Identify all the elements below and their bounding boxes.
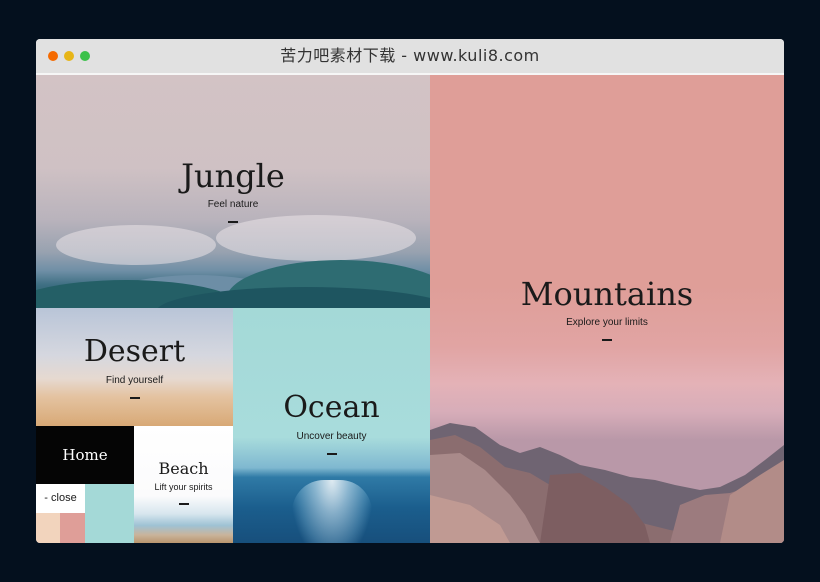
- desert-dash: [129, 397, 140, 399]
- beach-title: Beach: [158, 459, 209, 478]
- ocean-panel[interactable]: Ocean Uncover beauty: [233, 308, 430, 543]
- browser-window: 苦力吧素材下载 - www.kuli8.com Jungle Feel natu…: [36, 39, 784, 543]
- mountains-subtitle: Explore your limits: [566, 317, 648, 328]
- desert-title: Desert: [83, 334, 186, 369]
- desert-subtitle: Find yourself: [105, 375, 164, 386]
- page-content: Jungle Feel nature Mountains Explore you…: [36, 75, 784, 543]
- jungle-panel[interactable]: Jungle Feel nature: [36, 75, 430, 308]
- mountains-panel[interactable]: Mountains Explore your limits: [430, 75, 784, 543]
- mountains-swatch[interactable]: [60, 513, 85, 543]
- ocean-title: Ocean: [283, 390, 380, 425]
- mountains-dash: [602, 339, 612, 341]
- cloud-image: [56, 225, 216, 265]
- ocean-dash: [326, 453, 337, 455]
- close-button[interactable]: - close: [36, 484, 85, 513]
- jungle-title: Jungle: [181, 157, 285, 195]
- home-label: Home: [62, 446, 108, 464]
- home-button[interactable]: Home: [36, 426, 134, 484]
- close-label: - close: [44, 492, 77, 504]
- ocean-swatch[interactable]: [85, 484, 134, 513]
- ocean-swatch[interactable]: [85, 513, 134, 543]
- beach-subtitle: Lift your spirits: [154, 482, 213, 492]
- jungle-dash: [228, 221, 238, 223]
- cloud-image: [216, 215, 416, 261]
- jungle-subtitle: Feel nature: [207, 199, 259, 210]
- window-titlebar: 苦力吧素材下载 - www.kuli8.com: [36, 39, 784, 73]
- wake-image: [291, 480, 372, 543]
- beach-dash: [178, 503, 189, 505]
- desert-panel[interactable]: Desert Find yourself: [36, 308, 233, 426]
- desert-swatch[interactable]: [36, 513, 60, 543]
- mountains-title: Mountains: [520, 275, 694, 313]
- beach-panel[interactable]: Beach Lift your spirits: [134, 426, 233, 543]
- ocean-subtitle: Uncover beauty: [296, 431, 367, 442]
- window-title: 苦力吧素材下载 - www.kuli8.com: [280, 46, 540, 65]
